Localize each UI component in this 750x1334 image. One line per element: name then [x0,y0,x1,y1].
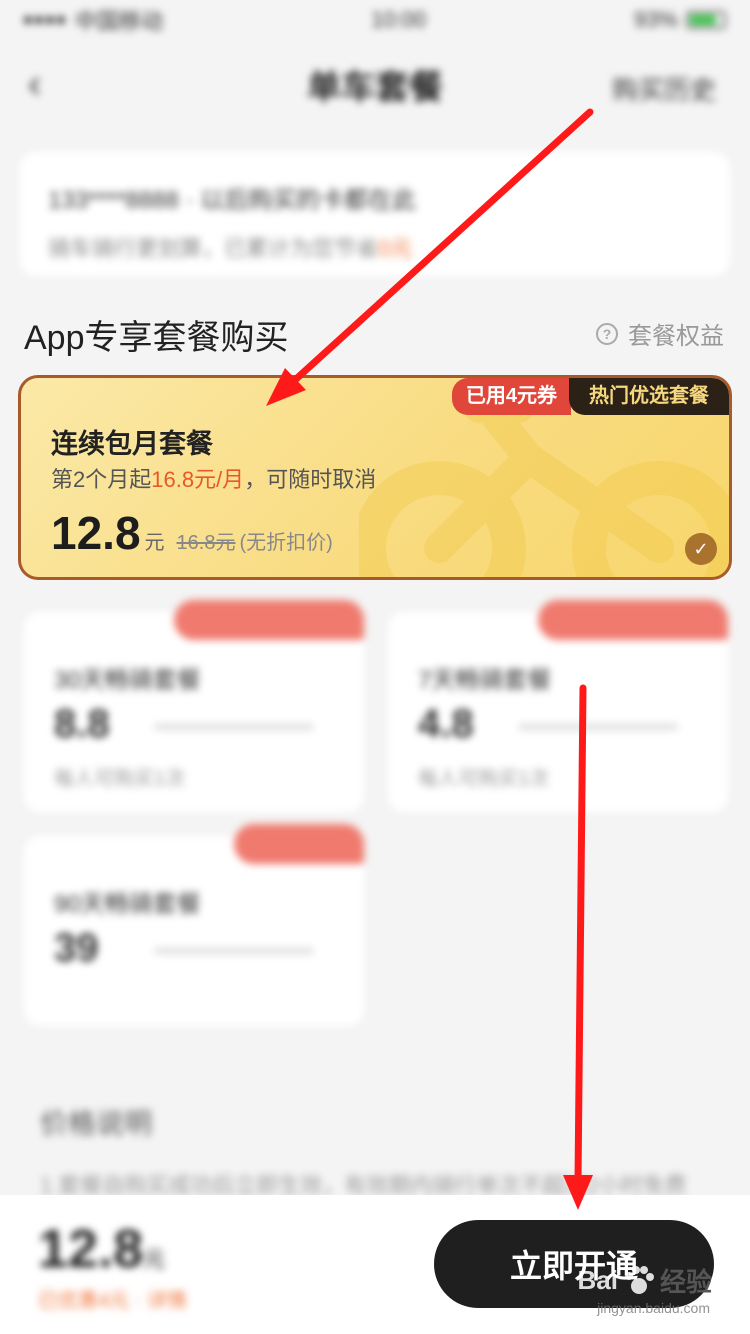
status-left: 中国移动 [24,4,163,36]
section-title: App专享套餐购买 [24,319,289,357]
account-phone: 133****8888 · 以后购买的卡都在此 [48,187,417,214]
carrier-label: 中国移动 [75,9,164,34]
plan-tag [234,824,364,864]
question-icon: ? [596,322,618,345]
plan-price-unit: 元 [144,532,165,554]
plan-renewal-price: 16.8元/月 [151,467,245,492]
plan-card-name: 90天畅骑套餐 [54,891,201,918]
plan-card-price: 4.8 [418,702,474,746]
checkmark-icon: ✓ [685,533,717,565]
hot-plan-badge: 热门优选套餐 [569,378,729,415]
account-savings: 骑车骑行更划算，已累计为您节省0元 [48,231,702,263]
plan-name: 连续包月套餐 [51,429,213,459]
account-savings-value: 0元 [378,236,413,261]
plan-card-note: 每人可购买1次 [418,768,550,790]
status-time: 10:00 [370,7,427,32]
plan-price-row: 12.8 元 16.8元 (无折扣价) [51,506,333,560]
account-savings-text: 骑车骑行更划算，已累计为您节省 [48,236,379,261]
coupon-used-badge: 已用4元券 [451,378,571,415]
battery-icon [686,11,726,29]
plan-price: 12.8 [51,507,141,559]
plan-card-30day[interactable]: 30天畅骑套餐 8.8 每人可购买1次 [24,600,364,812]
signal-icon [24,16,65,24]
selected-plan-card[interactable]: 已用4元券 热门优选套餐 连续包月套餐 第2个月起16.8元/月，可随时取消 1… [18,375,732,580]
plan-tag [538,600,728,640]
baidu-watermark: Bai 经验 [578,1262,712,1299]
plan-card-90day[interactable]: 90天畅骑套餐 39 [24,824,364,1026]
plan-renewal-note: 第2个月起16.8元/月，可随时取消 [51,462,376,494]
info-title: 价格说明 [40,1108,153,1139]
plan-card-name: 30天畅骑套餐 [54,667,201,694]
page-title: 单车套餐 [307,68,443,107]
plan-benefits-label: 套餐权益 [628,323,724,350]
account-card: 133****8888 · 以后购买的卡都在此 骑车骑行更划算，已累计为您节省0… [20,152,730,276]
purchase-history-link[interactable]: 购买历史 [612,70,716,107]
plan-sub-prefix: 第2个月起 [51,467,152,492]
plan-card-name: 7天畅骑套餐 [418,667,552,694]
plan-original-price: 16.8元 [176,532,236,554]
bottom-price-value: 12.8 [38,1219,144,1279]
watermark-brand: Bai [577,1265,618,1295]
watermark-url: jingyan.baidu.com [597,1300,710,1316]
watermark-brand2: 经验 [659,1267,712,1297]
plan-card-price: 39 [54,926,99,970]
bottom-discount-note: 已优惠4元 · 详情 [38,1290,187,1312]
status-right: 93% [634,7,726,33]
plan-card-strike [154,724,314,730]
plan-card-7day[interactable]: 7天畅骑套餐 4.8 每人可购买1次 [388,600,728,812]
plan-tag [174,600,364,640]
plan-sub-suffix: ，可随时取消 [244,467,377,492]
nav-bar: ‹ 单车套餐 购买历史 [0,40,750,128]
plan-card-price: 8.8 [54,702,110,746]
plan-card-strike [154,948,314,954]
status-bar: 中国移动 10:00 93% [0,0,750,40]
bike-watermark-icon [359,398,729,577]
paw-icon [624,1265,654,1294]
chevron-left-icon[interactable]: ‹ [28,62,41,107]
plan-card-strike [518,724,678,730]
plan-card-note: 每人可购买1次 [54,768,186,790]
plan-price-note: (无折扣价) [239,532,333,554]
plan-benefits-link[interactable]: ? 套餐权益 [596,316,724,351]
bottom-price-unit: 元 [143,1247,166,1272]
battery-percent: 93% [633,7,678,32]
bottom-price: 12.8元 [38,1218,165,1280]
